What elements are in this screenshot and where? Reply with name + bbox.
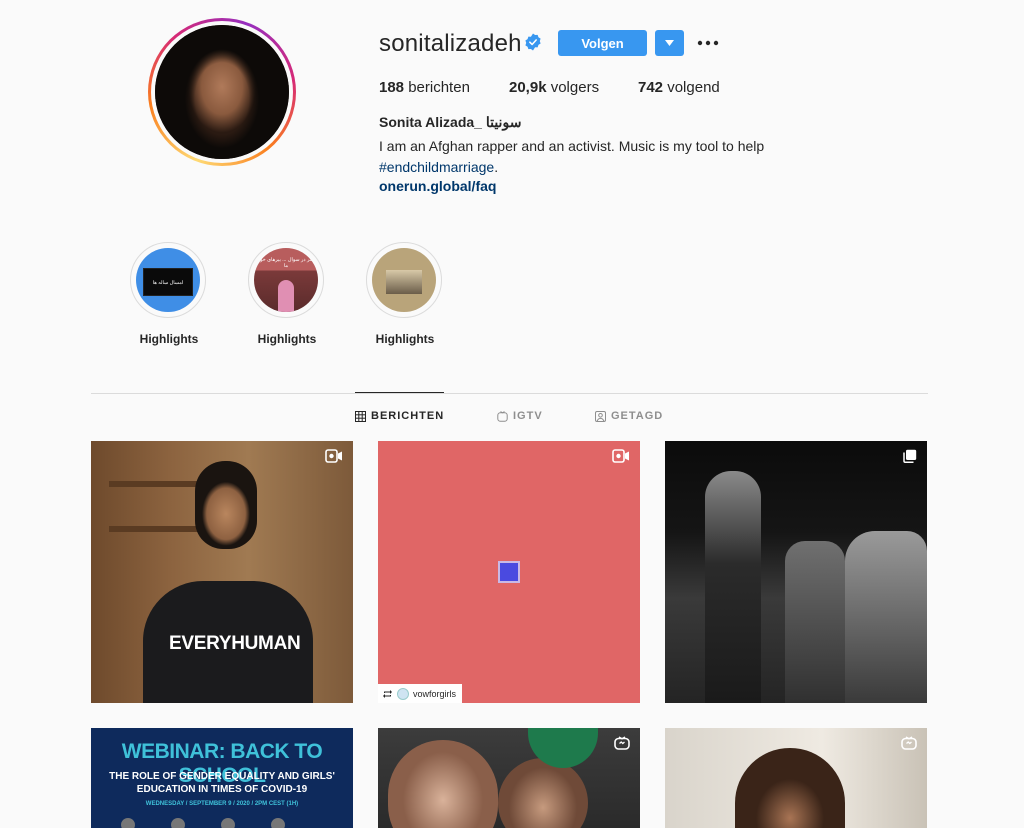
highlight-cover-photo [386,270,422,294]
tab-posts-label: BERICHTEN [371,410,445,422]
post-face-right [498,758,588,828]
webinar-date: WEDNESDAY / SEPTEMBER 9 / 2020 / 2PM CES… [145,801,299,807]
webinar-speaker-avatar [171,818,185,828]
post-singer [705,471,761,703]
tab-igtv-label: IGTV [513,410,543,422]
repost-tag: vowforgirls [378,684,463,703]
bio-end: . [494,159,499,175]
followers-stat[interactable]: 20,9k volgers [509,79,599,96]
highlight-label: Highlights [257,332,317,346]
post-orchestra-right [845,531,927,703]
post-center-square [498,561,520,583]
follow-button[interactable]: Volgen [558,30,647,56]
highlight-ring: دختر در سوال ... بیرهای خوب ما [248,242,324,318]
post-person-head [195,461,257,549]
posts-stat: 188 berichten [379,79,470,96]
avatar-photo [155,25,289,159]
post-tile[interactable]: WEBINAR: BACK TO SCHOOL THE ROLE OF GEND… [91,728,353,828]
video-icon [612,449,629,463]
highlight-cover-text: دختر در سوال ... بیرهای خوب ما [255,257,317,269]
webinar-subtitle-2: EDUCATION IN TIMES OF COVID-19 [136,784,308,795]
tagged-user-avatar [397,687,409,700]
post-tile[interactable] [665,728,927,828]
tab-tagged-label: GETAGD [611,410,664,422]
following-stat[interactable]: 742 volgend [638,79,720,96]
active-tab-indicator [355,392,444,393]
post-tile[interactable] [665,441,927,703]
profile-avatar[interactable] [148,18,296,166]
bio-text: I am an Afghan rapper and an activist. M… [379,138,765,154]
posts-count: 188 [379,79,405,96]
repost-icon [383,689,392,698]
tab-tagged[interactable]: GETAGD [595,410,663,422]
post-orchestra-left [785,541,845,703]
profile-username: sonitalizadeh [379,30,522,57]
igtv-icon [901,736,917,750]
highlight-label: Highlights [139,332,199,346]
tab-igtv[interactable]: IGTV [497,410,543,422]
posts-label: berichten [408,79,470,96]
webinar-speaker-avatar [271,818,285,828]
highlight-ring [366,242,442,318]
more-options-icon[interactable] [696,33,720,53]
highlight-cover-screen: امسال ساله ها [143,268,193,296]
webinar-speaker-avatar [221,818,235,828]
profile-full-name: Sonita Alizada_ سونیتا [379,114,522,130]
bio-hashtag-link[interactable]: #endchildmarriage [379,159,494,175]
highlight-ring: امسال ساله ها [130,242,206,318]
chevron-down-icon [665,40,674,46]
highlight-cover: امسال ساله ها [136,248,200,312]
highlight-item[interactable]: دختر در سوال ... بیرهای خوب ما Highlight… [248,242,326,346]
webinar-subtitle-1: THE ROLE OF GENDER EQUALITY AND GIRLS' [109,771,335,782]
followers-count: 20,9k [509,79,547,96]
highlight-cover [372,248,436,312]
highlight-item[interactable]: Highlights [366,242,444,346]
highlight-label: Highlights [375,332,435,346]
avatar-hair [155,25,289,159]
carousel-icon [903,449,917,463]
tagged-icon [595,410,606,422]
following-count: 742 [638,79,664,96]
profile-bio: I am an Afghan rapper and an activist. M… [379,136,819,178]
webinar-speaker-avatar [121,818,135,828]
igtv-icon [614,736,630,750]
highlight-item[interactable]: امسال ساله ها Highlights [130,242,208,346]
tab-posts[interactable]: BERICHTEN [355,410,444,422]
tabs-divider [91,393,928,394]
profile-website-link[interactable]: onerun.global/faq [379,178,496,194]
following-label: volgend [667,79,720,96]
post-shirt-text: EVERYHUMAN [169,633,301,654]
highlight-cover-figure [278,280,294,312]
post-face-left [388,740,498,828]
highlight-cover: دختر در سوال ... بیرهای خوب ما [254,248,318,312]
followers-label: volgers [550,79,600,96]
grid-icon [355,410,366,422]
post-tile[interactable] [378,728,640,828]
post-tile[interactable]: EVERYHUMAN [91,441,353,703]
suggestions-dropdown-button[interactable] [655,30,684,56]
video-icon [325,449,342,463]
post-tile[interactable]: vowforgirls [378,441,640,703]
igtv-icon [497,410,508,422]
tagged-username: vowforgirls [413,688,457,699]
post-person-face [735,748,845,828]
verified-badge-icon [525,33,541,51]
